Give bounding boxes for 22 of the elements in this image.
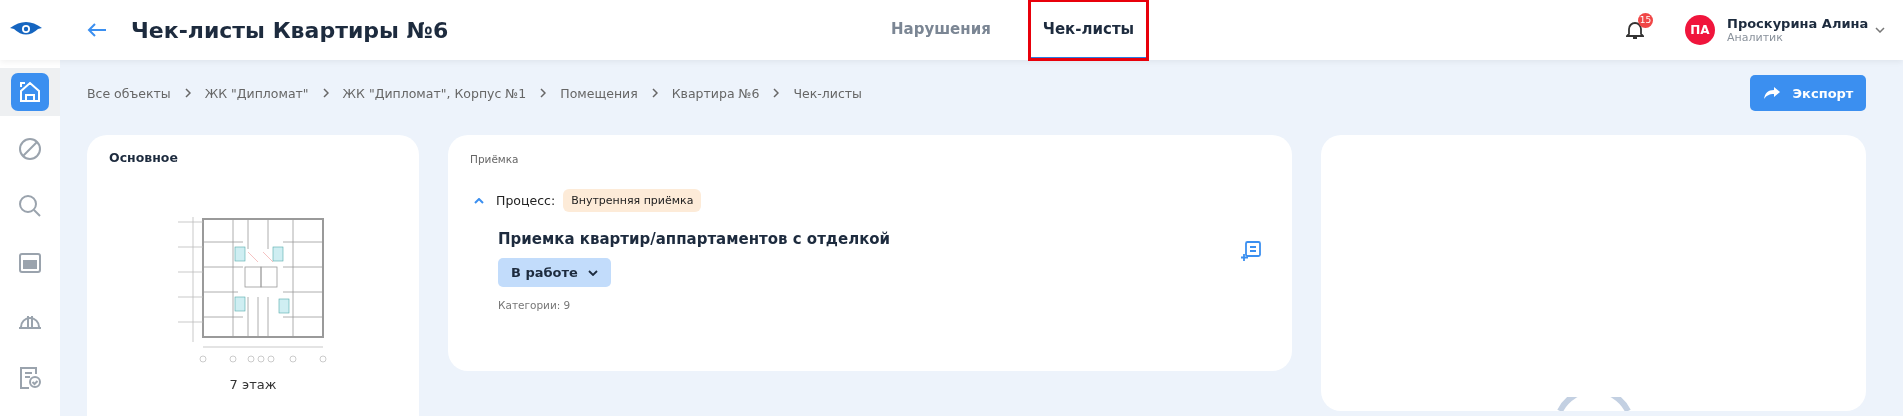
status-dropdown[interactable]: В работе (498, 258, 611, 287)
tab[interactable]: Чек-листы (1028, 0, 1149, 60)
breadcrumb-link[interactable]: ЖК "Дипломат", Корпус №1 (342, 85, 527, 101)
user-name: Проскурина Алина (1727, 16, 1867, 31)
section-label: Приёмка (470, 153, 520, 165)
export-button[interactable]: Экспорт (1750, 75, 1866, 111)
checklist-title: Приемка квартир/аппартаментов с отделкой (498, 230, 892, 248)
breadcrumb-link[interactable]: Все объекты (87, 85, 171, 101)
user-role: Аналитик (1727, 31, 1784, 44)
categories-count: Категории: 9 (498, 299, 572, 311)
floor-label: 7 этаж (229, 377, 277, 392)
process-label: Процесс: (496, 193, 556, 208)
breadcrumb-link[interactable]: ЖК "Дипломат" (204, 85, 309, 101)
breadcrumb-link[interactable]: Помещения (560, 85, 638, 101)
breadcrumb-link[interactable]: Чек-листы (793, 85, 862, 101)
page-title: Чек-листы Квартиры №6 (131, 17, 450, 43)
notification-count: 15 (1638, 12, 1653, 28)
breadcrumb-link[interactable]: Квартира №6 (671, 85, 760, 101)
card-title: Основное (109, 150, 178, 165)
user-avatar: ПА (1685, 15, 1715, 45)
tab[interactable]: Нарушения (881, 0, 1001, 60)
process-tag: Внутренняя приёмка (563, 189, 702, 212)
